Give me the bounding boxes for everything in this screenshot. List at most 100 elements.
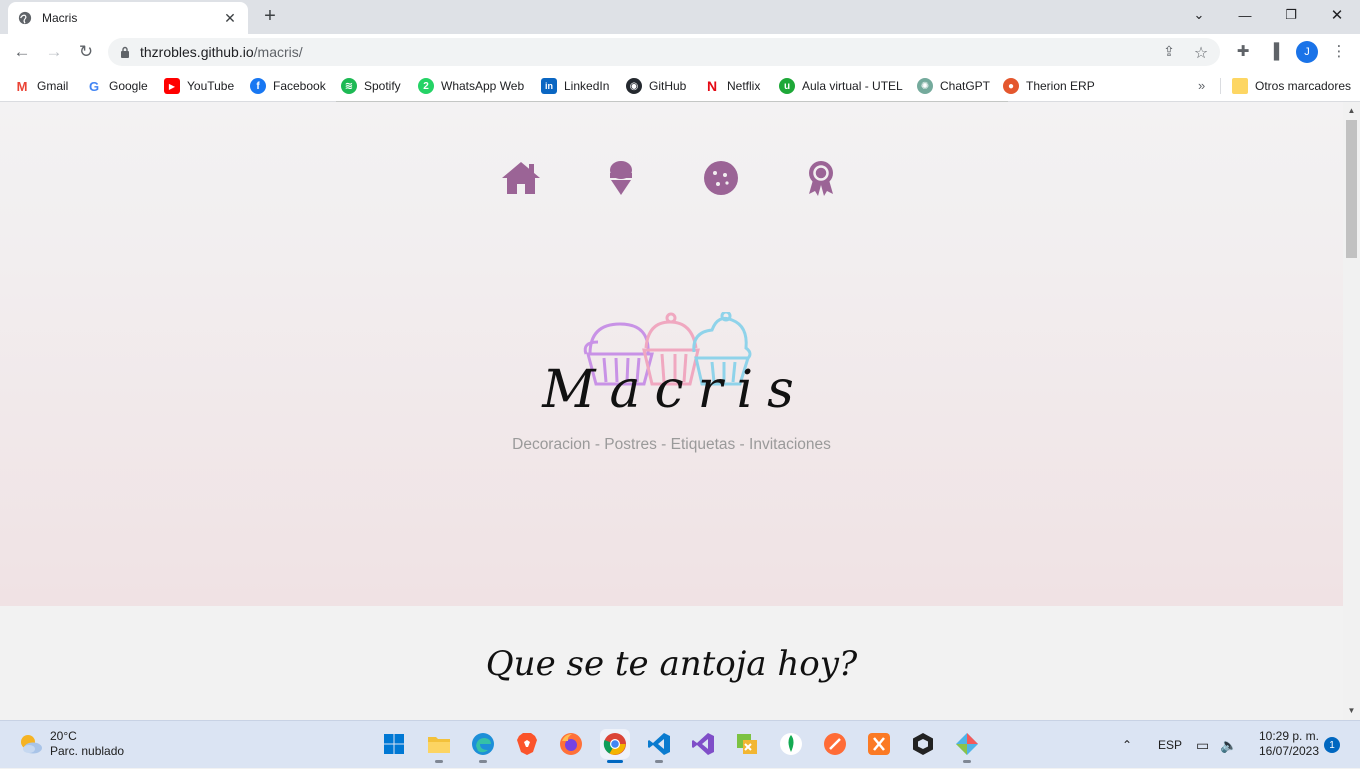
bookmark-folder-others[interactable]: Otros marcadores xyxy=(1232,76,1351,96)
start-button[interactable] xyxy=(379,729,409,759)
section-title: Que se te antoja hoy? xyxy=(485,644,858,684)
dev-tool-app[interactable] xyxy=(732,729,762,759)
bookmark-label: Therion ERP xyxy=(1026,79,1095,93)
bookmark-spotify[interactable]: ≋ Spotify xyxy=(341,76,401,96)
postman-icon xyxy=(824,733,846,755)
unity-cube-icon xyxy=(913,733,933,755)
extensions-icon[interactable]: ✚ xyxy=(1234,43,1252,61)
xampp-icon xyxy=(868,733,890,755)
unity-app[interactable] xyxy=(908,729,938,759)
notification-badge[interactable]: 1 xyxy=(1324,737,1340,753)
firefox-app[interactable] xyxy=(556,729,586,759)
back-button[interactable]: ← xyxy=(10,40,34,64)
tab-search-icon[interactable]: ⌄ xyxy=(1176,0,1222,30)
clock[interactable]: 10:29 p. m. 16/07/2023 xyxy=(1252,729,1326,759)
active-indicator xyxy=(607,760,623,763)
ice-cream-icon[interactable] xyxy=(600,158,642,198)
utel-icon: u xyxy=(779,78,795,94)
mongodb-compass-app[interactable] xyxy=(776,729,806,759)
page-scrollbar[interactable]: ▲ ▼ xyxy=(1343,102,1360,720)
side-panel-icon[interactable]: ▐ xyxy=(1265,43,1283,61)
bookmark-therion[interactable]: ● Therion ERP xyxy=(1003,76,1095,96)
github-icon: ◉ xyxy=(626,78,642,94)
award-icon[interactable] xyxy=(800,158,842,198)
bookmark-label: Spotify xyxy=(364,79,401,93)
bookmark-google[interactable]: G Google xyxy=(86,76,148,96)
url-text: thzrobles.github.io/macris/ xyxy=(140,44,303,60)
menu-kebab-icon[interactable]: ⋮ xyxy=(1330,43,1348,61)
partly-cloudy-icon xyxy=(21,735,42,754)
home-icon[interactable] xyxy=(500,158,542,198)
bookmark-youtube[interactable]: ▶ YouTube xyxy=(164,76,234,96)
restore-button[interactable]: ❐ xyxy=(1268,0,1314,30)
reload-button[interactable]: ↻ xyxy=(74,40,98,64)
folder-icon xyxy=(428,737,450,753)
tab-title: Macris xyxy=(42,11,78,25)
vscode-app[interactable] xyxy=(644,729,674,763)
show-hidden-icons-chevron-icon[interactable]: ⌃ xyxy=(1122,721,1132,769)
bookmark-gmail[interactable]: M Gmail xyxy=(14,76,68,96)
brave-app[interactable] xyxy=(512,729,542,759)
edge-app[interactable] xyxy=(468,729,498,763)
profile-avatar[interactable]: J xyxy=(1296,41,1318,63)
forward-button[interactable]: → xyxy=(42,40,66,64)
bookmark-github[interactable]: ◉ GitHub xyxy=(626,76,686,96)
page-viewport: Macris Decoracion - Postres - Etiquetas … xyxy=(0,102,1343,720)
volume-icon[interactable]: 🔈 xyxy=(1220,721,1237,769)
language-indicator[interactable]: ESP xyxy=(1158,721,1182,769)
bookmark-label: GitHub xyxy=(649,79,687,93)
globe-icon xyxy=(18,11,32,25)
share-icon[interactable]: ⇪ xyxy=(1160,43,1178,61)
scrollbar-thumb[interactable] xyxy=(1346,120,1357,258)
postman-app[interactable] xyxy=(820,729,850,759)
new-tab-button[interactable]: + xyxy=(260,6,280,26)
bookmark-linkedin[interactable]: in LinkedIn xyxy=(541,76,609,96)
brave-icon xyxy=(517,733,537,755)
folder-icon xyxy=(1232,78,1248,94)
bookmark-utel[interactable]: u Aula virtual - UTEL xyxy=(779,76,903,96)
weather-widget[interactable]: 20°C Parc. nublado xyxy=(18,729,124,759)
address-bar[interactable]: thzrobles.github.io/macris/ ⇪ ☆ xyxy=(108,38,1220,66)
whatsapp-icon: 2 xyxy=(418,78,434,94)
google-icon: G xyxy=(86,78,102,94)
xampp-app[interactable] xyxy=(864,729,894,759)
tab-macris[interactable]: Macris ✕ xyxy=(8,2,248,34)
bookmark-label: Netflix xyxy=(727,79,761,93)
browser-chrome: Macris ✕ + ⌄ — ❐ ✕ ← → ↻ thzrobles.githu… xyxy=(0,0,1360,102)
scroll-down-arrow-icon[interactable]: ▼ xyxy=(1347,706,1356,715)
cookie-icon[interactable] xyxy=(700,158,742,198)
minimize-button[interactable]: — xyxy=(1222,0,1268,30)
lock-icon xyxy=(121,46,129,58)
vscode-icon xyxy=(648,733,670,755)
youtube-icon: ▶ xyxy=(164,78,180,94)
running-indicator xyxy=(655,760,663,763)
weather-desc: Parc. nublado xyxy=(50,744,125,758)
tab-close-icon[interactable]: ✕ xyxy=(222,10,238,27)
windows-icon xyxy=(384,734,404,754)
network-icon[interactable]: ▭ xyxy=(1196,721,1209,769)
firefox-icon xyxy=(560,733,582,755)
bookmark-chatgpt[interactable]: ✺ ChatGPT xyxy=(917,76,990,96)
close-window-button[interactable]: ✕ xyxy=(1314,0,1360,30)
bookmark-netflix[interactable]: N Netflix xyxy=(704,76,760,96)
bookmark-label: WhatsApp Web xyxy=(441,79,525,93)
netflix-icon: N xyxy=(704,78,720,94)
file-explorer-app[interactable] xyxy=(424,729,454,763)
clock-time: 10:29 p. m. xyxy=(1258,729,1320,743)
edge-icon xyxy=(472,733,494,755)
gmail-icon: M xyxy=(14,78,30,94)
visual-studio-app[interactable] xyxy=(688,729,718,759)
chrome-app[interactable] xyxy=(600,729,630,763)
linkedin-icon: in xyxy=(541,78,557,94)
gitkraken-app[interactable] xyxy=(952,729,982,763)
weather-text: 20°C Parc. nublado xyxy=(50,729,124,759)
therion-icon: ● xyxy=(1003,78,1019,94)
bookmark-whatsapp[interactable]: 2 WhatsApp Web xyxy=(418,76,524,96)
more-bookmarks-chevron-icon[interactable]: » xyxy=(1198,78,1205,93)
chatgpt-icon: ✺ xyxy=(917,78,933,94)
bookmark-label: Otros marcadores xyxy=(1255,79,1352,93)
bookmark-star-icon[interactable]: ☆ xyxy=(1192,43,1210,62)
bookmark-facebook[interactable]: f Facebook xyxy=(250,76,326,96)
scroll-up-arrow-icon[interactable]: ▲ xyxy=(1347,106,1356,115)
chrome-icon xyxy=(603,733,626,755)
